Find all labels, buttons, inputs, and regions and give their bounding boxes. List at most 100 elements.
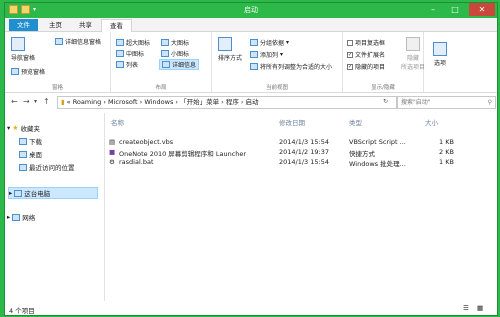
column-header-type[interactable]: 类型 — [349, 117, 362, 127]
breadcrumb-segment[interactable]: Roaming — [73, 98, 102, 106]
nav-recent-label: 最近访问的位置 — [29, 164, 75, 172]
nav-recent[interactable]: 最近访问的位置 — [19, 162, 75, 172]
file-name: rasdial.bat — [119, 158, 154, 166]
small-icons-option[interactable]: 小图标 — [161, 49, 189, 58]
nav-downloads[interactable]: 下载 — [19, 136, 42, 146]
vbs-file-icon: ▤ — [109, 138, 116, 146]
tab-share[interactable]: 共享 — [71, 19, 100, 31]
file-list: 名称 修改日期 类型 大小 ▤ createobject.vbs 2014/1/… — [105, 113, 497, 301]
group-by-button[interactable]: 分组依据 ▾ — [250, 38, 289, 47]
layout-group-label: 布局 — [155, 85, 167, 91]
add-columns-button[interactable]: 添加列 ▾ — [250, 50, 283, 59]
nav-favorites-label: 收藏夹 — [20, 125, 41, 133]
tab-file[interactable]: 文件 — [9, 19, 38, 31]
small-icons-icon — [161, 50, 169, 57]
file-name: OneNote 2010 屏幕剪辑程序和 Launcher — [119, 150, 247, 158]
hide-selected-icon — [406, 37, 420, 51]
desktop-icon — [19, 150, 27, 158]
options-button[interactable]: 选项 — [433, 42, 447, 67]
extra-large-icons-option[interactable]: 超大图标 — [116, 38, 150, 47]
file-size: 2 KB — [439, 148, 454, 156]
minimize-button[interactable]: – — [425, 3, 441, 16]
medium-icons-label: 中图标 — [126, 51, 145, 58]
forward-arrow-icon[interactable]: → — [23, 97, 30, 106]
nav-pane-label: 导航窗格 — [11, 55, 36, 62]
nav-this-pc[interactable]: ▸ 这台电脑 — [8, 187, 98, 199]
file-type: 快捷方式 — [349, 150, 375, 158]
nav-favorites[interactable]: ▾ ★ 收藏夹 — [7, 123, 40, 133]
file-size: 1 KB — [439, 138, 454, 146]
preview-pane-button[interactable]: 预览窗格 — [11, 67, 45, 76]
column-header-size[interactable]: 大小 — [425, 117, 438, 127]
ribbon-tabs: 文件 主页 共享 查看 — [5, 18, 497, 32]
back-arrow-icon[interactable]: ← — [11, 97, 18, 106]
show-hide-group: 项目复选框 ✓ 文件扩展名 ✓ 隐藏的项目 隐藏 所选项目 显示/隐藏 — [343, 32, 425, 92]
up-arrow-icon[interactable]: ↑ — [43, 97, 50, 106]
add-columns-label: 添加列 — [260, 52, 279, 59]
checked-box-icon: ✓ — [347, 63, 353, 70]
tab-home[interactable]: 主页 — [41, 19, 70, 31]
hidden-items-label: 隐藏的项目 — [355, 64, 386, 71]
sort-by-button[interactable]: 排序方式 — [218, 37, 242, 62]
file-row[interactable]: ■ OneNote 2010 屏幕剪辑程序和 Launcher 2014/1/2… — [105, 148, 497, 158]
preview-pane-label: 预览窗格 — [21, 69, 46, 76]
file-extensions-toggle[interactable]: ✓ 文件扩展名 — [347, 50, 385, 59]
downloads-icon — [19, 137, 27, 145]
details-option[interactable]: 详细信息 — [159, 59, 200, 70]
title-bar: ▾ 启动 – □ ✕ — [5, 3, 497, 18]
breadcrumb-segment[interactable]: 「开始」菜单 — [180, 98, 219, 106]
close-button[interactable]: ✕ — [469, 3, 495, 16]
tab-view[interactable]: 查看 — [101, 19, 132, 32]
pane-group: 导航窗格 预览窗格 详细信息窗格 窗格 — [5, 32, 111, 92]
breadcrumb-segment[interactable]: 启动 — [246, 98, 259, 106]
item-count: 4 个项目 — [9, 307, 35, 315]
details-label: 详细信息 — [172, 62, 197, 69]
fit-columns-button[interactable]: 将所有列调整为合适的大小 — [250, 62, 332, 71]
file-row[interactable]: ⚙ rasdial.bat 2014/1/3 15:54 Windows 批处理… — [105, 158, 497, 168]
column-header-date[interactable]: 修改日期 — [279, 117, 305, 127]
file-date: 2014/1/2 19:37 — [279, 148, 329, 156]
expand-chevron-icon: ▸ — [7, 213, 11, 221]
details-view-icon[interactable]: ☰ — [463, 304, 469, 312]
recent-locations-icon[interactable]: ▾ — [34, 98, 37, 105]
show-hide-group-label: 显示/隐藏 — [371, 85, 395, 91]
window-title: 启动 — [244, 6, 258, 14]
list-label: 列表 — [126, 62, 139, 69]
column-header-name[interactable]: 名称 — [111, 117, 124, 127]
current-view-group-label: 当前视图 — [265, 85, 288, 91]
large-icons-view-icon[interactable]: ▦ — [477, 304, 483, 312]
chevron-down-icon: ▾ — [280, 51, 284, 58]
file-date: 2014/1/3 15:54 — [279, 138, 329, 146]
fit-columns-icon — [250, 63, 258, 70]
file-extensions-label: 文件扩展名 — [355, 52, 386, 59]
computer-icon — [14, 189, 23, 197]
large-icons-label: 大图标 — [171, 40, 190, 47]
item-checkbox-toggle[interactable]: 项目复选框 — [347, 38, 385, 47]
hidden-items-toggle[interactable]: ✓ 隐藏的项目 — [347, 62, 385, 71]
list-option[interactable]: 列表 — [116, 60, 138, 69]
details-pane-icon — [55, 38, 63, 45]
group-by-icon — [250, 39, 258, 46]
hide-selected-button[interactable]: 隐藏 所选项目 — [401, 37, 425, 71]
file-type: Windows 批处理... — [349, 160, 406, 168]
onenote-shortcut-icon: ■ — [109, 148, 116, 156]
current-view-group: 排序方式 分组依据 ▾ 添加列 ▾ 将所有列调整为合适的大小 当前视图 — [212, 32, 343, 92]
checked-box-icon: ✓ — [347, 51, 353, 58]
nav-desktop[interactable]: 桌面 — [19, 149, 42, 159]
search-icon: ⚲ — [487, 99, 492, 106]
address-box[interactable]: ▮ « Roaming › Microsoft › Windows › 「开始」… — [57, 96, 397, 109]
maximize-button[interactable]: □ — [447, 3, 463, 16]
breadcrumb-segment[interactable]: 程序 — [226, 98, 239, 106]
options-icon — [433, 42, 447, 56]
nav-pane-button[interactable]: 导航窗格 — [11, 37, 35, 62]
large-icons-option[interactable]: 大图标 — [161, 38, 189, 47]
breadcrumb-segment[interactable]: Windows — [144, 98, 173, 106]
file-row[interactable]: ▤ createobject.vbs 2014/1/3 15:54 VBScri… — [105, 138, 497, 147]
sort-by-label: 排序方式 — [218, 55, 243, 62]
search-input[interactable]: 搜索"启动" ⚲ — [397, 96, 496, 109]
nav-network[interactable]: ▸ 网络 — [7, 212, 35, 222]
details-pane-button[interactable]: 详细信息窗格 — [55, 37, 101, 46]
refresh-icon[interactable]: ↻ — [383, 98, 388, 105]
medium-icons-option[interactable]: 中图标 — [116, 49, 144, 58]
breadcrumb-segment[interactable]: Microsoft — [108, 98, 138, 106]
